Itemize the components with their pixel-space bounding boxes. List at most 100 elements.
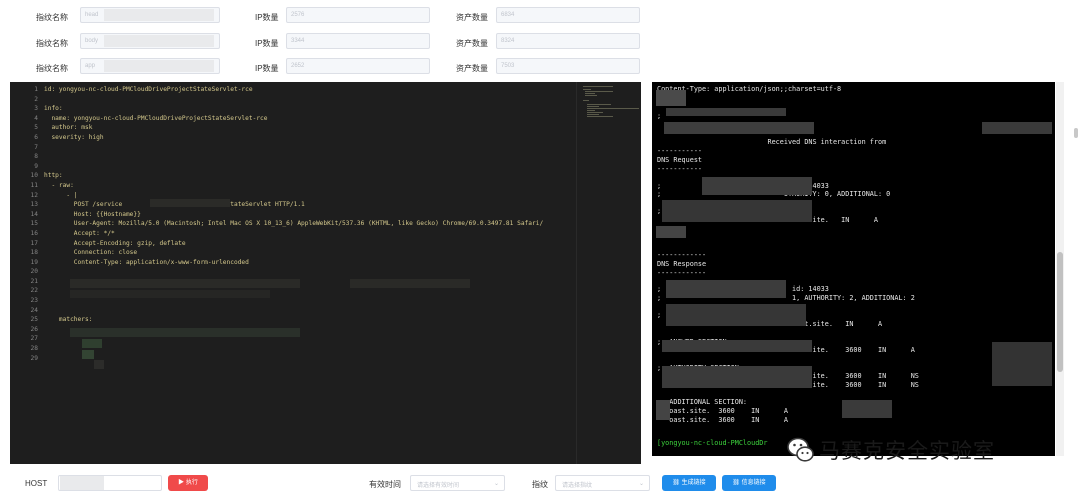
info-link-button[interactable]: ⛓ 信息链接 [722, 475, 776, 491]
ip-count-label: IP数量 [255, 39, 279, 48]
page-scrollbar-thumb[interactable] [1074, 128, 1078, 138]
line-number: 10 [30, 172, 38, 180]
redacted-block [662, 366, 812, 388]
terminal-line: DNS Request [657, 156, 703, 164]
line-number: 6 [34, 133, 38, 141]
validity-select[interactable]: 请选择有效时间 ⌄ [410, 475, 505, 491]
code-line[interactable]: - | [44, 191, 574, 201]
line-number: 24 [30, 306, 38, 314]
terminal-line: ; [657, 311, 662, 319]
terminal-scrollbar[interactable] [1056, 82, 1064, 456]
link-icon: ⛓ [732, 480, 740, 486]
line-number: 1 [34, 86, 38, 93]
line-number: 15 [30, 220, 38, 228]
fingerprint-name-label: 指纹名称 [36, 64, 68, 73]
code-line[interactable]: author: msk [44, 123, 574, 133]
code-line[interactable] [44, 95, 574, 105]
minimap-line [587, 106, 599, 107]
minimap-line [583, 89, 591, 90]
watermark-text: 马赛克安全实验室 [819, 439, 995, 463]
line-number: 27 [30, 335, 38, 343]
asset-count-input[interactable]: 8324 [496, 33, 640, 49]
asset-count-label: 资产数量 [456, 64, 488, 73]
line-number: 19 [30, 258, 38, 266]
filter-row-2: 指纹名称 body IP数量 3344 资产数量 8324 [0, 33, 1080, 53]
code-line[interactable]: http: [44, 171, 574, 181]
code-line[interactable]: name: yongyou-nc-cloud-PMCloudDriveProje… [44, 114, 574, 124]
minimap-line [587, 116, 613, 117]
wechat-logo-icon [787, 437, 814, 462]
code-line[interactable]: info: [44, 104, 574, 114]
terminal-line: ----------- [657, 165, 703, 173]
code-line[interactable]: Accept-Encoding: gzip, deflate [44, 239, 574, 249]
redacted-block [82, 350, 94, 359]
yaml-code-editor[interactable]: 1 2 3 4 5 6 7 8 9 10 11 12 13 14 15 16 17 18 19 20 21 22 23 24 2… [10, 82, 641, 464]
code-line[interactable]: matchers: [44, 315, 574, 325]
minimap-line [583, 100, 589, 101]
terminal-line: oast.site. 3600 IN A [657, 407, 788, 415]
minimap-line [587, 112, 603, 113]
redacted-block [666, 304, 806, 326]
redacted-block [150, 199, 230, 207]
code-line[interactable]: - raw: [44, 181, 574, 191]
code-line[interactable]: severity: high [44, 133, 574, 143]
terminal-line: ; [657, 207, 662, 215]
redacted-block [70, 328, 300, 337]
ip-count-input[interactable]: 2576 [286, 7, 430, 23]
validity-label: 有效时间 [369, 480, 401, 489]
redacted-block [666, 280, 786, 298]
code-line[interactable] [44, 143, 574, 153]
code-line[interactable] [44, 267, 574, 277]
redacted-block [94, 360, 104, 369]
redacted-block [104, 60, 214, 72]
line-number: 22 [30, 287, 38, 295]
fingerprint-label: 指纹 [532, 480, 548, 489]
code-line[interactable]: Content-Type: application/x-www-form-url… [44, 258, 574, 268]
code-line[interactable]: id: yongyou-nc-cloud-PMCloudDriveProject… [44, 85, 574, 95]
terminal-line: ; [657, 112, 662, 120]
code-line[interactable]: POST /service ectStateServlet HTTP/1.1 [44, 200, 574, 210]
code-line[interactable]: Accept: */* [44, 229, 574, 239]
code-area[interactable]: id: yongyou-nc-cloud-PMCloudDriveProject… [44, 85, 574, 363]
ip-count-input[interactable]: 3344 [286, 33, 430, 49]
code-line[interactable] [44, 162, 574, 172]
play-icon: ▶ [178, 480, 185, 486]
code-line[interactable]: Connection: close [44, 248, 574, 258]
redacted-block [702, 177, 812, 195]
minimap-line [587, 108, 639, 109]
code-line[interactable] [44, 354, 574, 364]
chevron-down-icon: ⌄ [638, 481, 644, 487]
redacted-block [842, 400, 892, 418]
terminal-scrollbar-thumb[interactable] [1057, 252, 1063, 372]
fingerprint-name-label: 指纹名称 [36, 39, 68, 48]
code-line[interactable] [44, 344, 574, 354]
asset-count-input[interactable]: 7503 [496, 58, 640, 74]
editor-minimap[interactable] [576, 82, 641, 464]
code-line[interactable] [44, 306, 574, 316]
redacted-block [104, 35, 214, 47]
redacted-block [662, 340, 812, 352]
redacted-block [104, 9, 214, 21]
line-number: 13 [30, 201, 38, 209]
line-number: 11 [30, 181, 38, 189]
line-number: 18 [30, 249, 38, 257]
chevron-down-icon: ⌄ [493, 481, 499, 487]
code-line[interactable]: User-Agent: Mozilla/5.0 (Macintosh; Inte… [44, 219, 574, 229]
asset-count-input[interactable]: 6834 [496, 7, 640, 23]
page-root: 指纹名称 head IP数量 2576 资产数量 6834 指纹名称 body … [0, 0, 1080, 498]
code-line[interactable] [44, 152, 574, 162]
ip-count-input[interactable]: 2652 [286, 58, 430, 74]
fingerprint-select[interactable]: 请选择指纹 ⌄ [555, 475, 650, 491]
line-number: 7 [34, 143, 38, 151]
code-line[interactable]: Host: {{Hostname}} [44, 210, 574, 220]
run-button[interactable]: ▶ 执行 [168, 475, 208, 491]
line-number: 14 [30, 210, 38, 218]
line-number: 12 [30, 191, 38, 199]
line-number: 8 [34, 153, 38, 161]
host-label: HOST [25, 479, 48, 488]
line-number: 3 [34, 105, 38, 113]
generate-link-button[interactable]: ⛓ 生成链接 [662, 475, 716, 491]
terminal-output[interactable]: Content-Type: application/json;;charset=… [652, 82, 1055, 456]
minimap-line [585, 91, 613, 92]
line-number: 21 [30, 277, 38, 285]
